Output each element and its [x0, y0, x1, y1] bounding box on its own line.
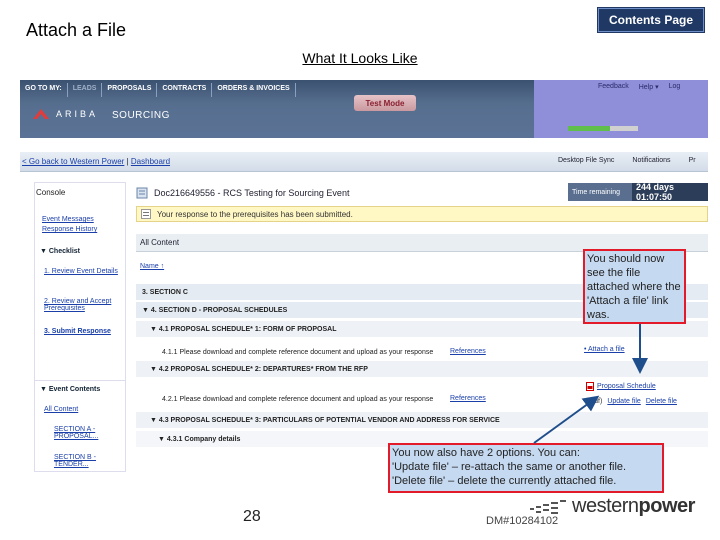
western-power-logo: westernpower	[528, 494, 695, 518]
logo-text-western: western	[572, 494, 639, 517]
arrow-to-file-actions	[533, 395, 600, 444]
logo-text-power: power	[638, 494, 696, 517]
page-number: 28	[243, 508, 261, 525]
western-power-logo-text: westernpower	[572, 495, 695, 518]
western-power-logo-icon	[530, 500, 566, 514]
callout-arrows	[533, 324, 648, 444]
